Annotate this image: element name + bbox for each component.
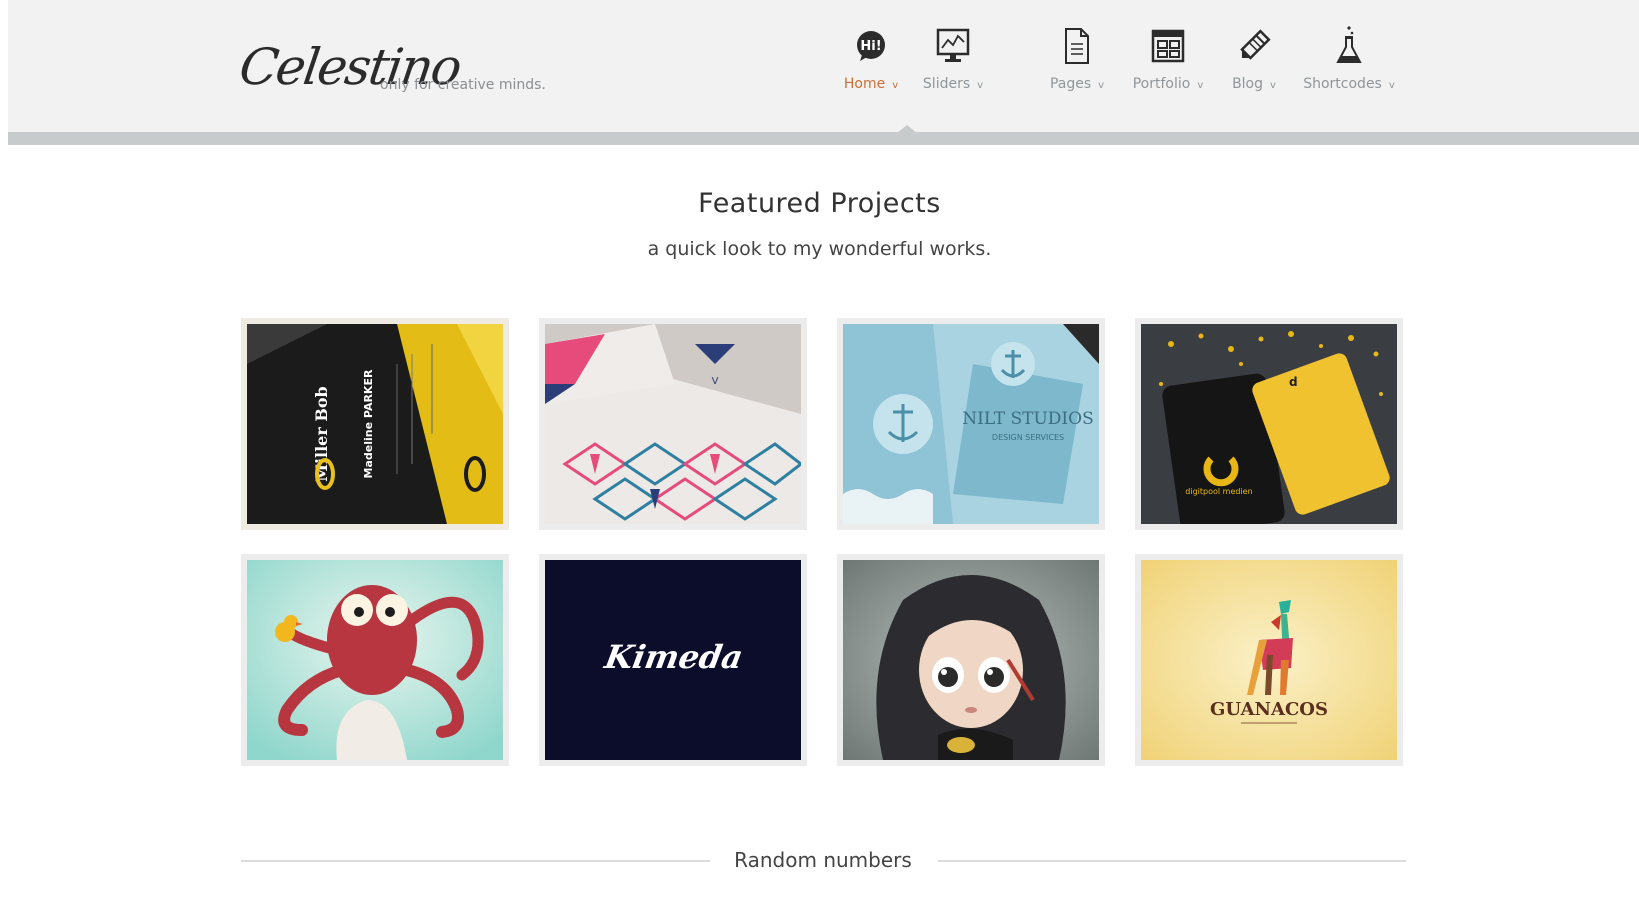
flask-icon — [1329, 26, 1369, 66]
nav-item-blog[interactable]: Blog v — [1228, 26, 1280, 101]
nav-label-pages: Pages — [1049, 76, 1092, 92]
portfolio-thumbnail: GUANACOS — [1141, 560, 1397, 760]
nav-item-home[interactable]: Hi! Home v — [841, 26, 901, 101]
chevron-down-icon: v — [977, 80, 984, 91]
nav-label-blog: Blog — [1232, 76, 1264, 92]
portfolio-item-octopus[interactable] — [241, 554, 509, 766]
portfolio-item-girl-illustration[interactable] — [837, 554, 1105, 766]
portfolio-item-digitpool[interactable]: digitpool medien d — [1135, 318, 1403, 530]
nav-item-pages[interactable]: Pages v — [1048, 26, 1106, 101]
chevron-down-icon: v — [1098, 80, 1105, 91]
section-subtitle: a quick look to my wonderful works. — [647, 238, 992, 260]
section-heading-random-numbers: Random numbers — [734, 848, 912, 872]
nav-item-sliders[interactable]: Sliders v — [920, 26, 986, 101]
card-brand-text: V — [712, 376, 719, 387]
portfolio-thumbnail — [247, 560, 503, 760]
portfolio-thumbnail — [843, 560, 1099, 760]
monitor-chart-icon — [933, 26, 973, 66]
chevron-down-icon: v — [892, 80, 899, 91]
card-brand-text: Miller Bob — [312, 386, 331, 482]
svg-text:d: d — [1289, 375, 1298, 389]
document-icon — [1057, 26, 1097, 66]
portfolio-item-pink-cards[interactable]: V — [539, 318, 807, 530]
card-brand-text: GUANACOS — [1210, 699, 1328, 720]
divider-line-right — [938, 860, 1406, 862]
layout-grid-icon — [1148, 26, 1188, 66]
card-brand-text: Kimeda — [601, 638, 746, 676]
portfolio-thumbnail: NILT STUDIOS DESIGN SERVICES — [843, 324, 1099, 524]
nav-label-sliders: Sliders — [922, 76, 971, 92]
portfolio-item-guanacos[interactable]: GUANACOS — [1135, 554, 1403, 766]
nav-label-portfolio: Portfolio — [1132, 76, 1191, 92]
svg-text:Hi!: Hi! — [860, 39, 881, 54]
nav-label-shortcodes: Shortcodes — [1303, 76, 1382, 92]
nav-item-shortcodes[interactable]: Shortcodes v — [1300, 26, 1398, 101]
chevron-down-icon: v — [1270, 80, 1276, 91]
portfolio-thumbnail: Miller Bob Madeline PARKER — [247, 324, 503, 524]
portfolio-item-miller-bob[interactable]: Miller Bob Madeline PARKER — [241, 318, 509, 530]
portfolio-thumbnail: digitpool medien d — [1141, 324, 1397, 524]
portfolio-thumbnail: V — [545, 324, 801, 524]
card-brand-text: digitpool medien — [1185, 487, 1252, 496]
portfolio-item-kimeda[interactable]: Kimeda — [539, 554, 807, 766]
divider-line-left — [241, 860, 710, 862]
active-nav-indicator — [897, 125, 917, 133]
card-brand-text: NILT STUDIOS — [962, 409, 1093, 429]
portfolio-item-nilt-studios[interactable]: NILT STUDIOS DESIGN SERVICES — [837, 318, 1105, 530]
site-tagline: only for creative minds. — [380, 77, 546, 93]
header-bottom-bar — [8, 132, 1639, 145]
portfolio-thumbnail: Kimeda — [545, 560, 801, 760]
section-title: Featured Projects — [698, 188, 941, 219]
chevron-down-icon: v — [1197, 80, 1204, 91]
hi-bubble-icon: Hi! — [851, 26, 891, 66]
card-sub-text: DESIGN SERVICES — [992, 433, 1064, 442]
chevron-down-icon: v — [1388, 80, 1395, 91]
pencil-icon — [1234, 26, 1274, 66]
card-person-text: Madeline PARKER — [362, 369, 375, 478]
nav-label-home: Home — [843, 76, 886, 92]
nav-item-portfolio[interactable]: Portfolio v — [1130, 26, 1206, 101]
